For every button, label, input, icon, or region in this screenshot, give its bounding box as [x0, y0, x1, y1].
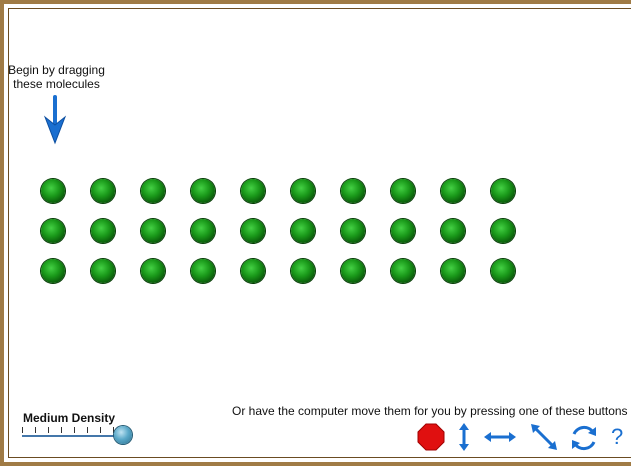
circular-arrows-icon — [572, 425, 596, 451]
molecule[interactable] — [141, 259, 165, 283]
stop-button[interactable] — [417, 423, 445, 451]
vertical-double-arrow-icon — [459, 423, 469, 451]
window-bottom-border — [0, 462, 631, 466]
help-button[interactable]: ? — [611, 423, 629, 451]
molecule[interactable] — [491, 219, 515, 243]
density-label: Medium Density — [23, 411, 116, 425]
molecule[interactable] — [241, 179, 265, 203]
stop-octagon-icon — [417, 423, 445, 451]
molecule[interactable] — [391, 219, 415, 243]
molecule[interactable] — [91, 219, 115, 243]
molecule[interactable] — [41, 259, 65, 283]
molecule[interactable] — [291, 259, 315, 283]
slider-track — [22, 435, 126, 437]
molecule[interactable] — [91, 179, 115, 203]
molecule[interactable] — [191, 259, 215, 283]
slider-knob[interactable] — [114, 426, 132, 444]
vertical-motion-button[interactable] — [451, 423, 477, 451]
molecule[interactable] — [391, 259, 415, 283]
molecule[interactable] — [141, 219, 165, 243]
molecule[interactable] — [41, 219, 65, 243]
molecule[interactable] — [341, 179, 365, 203]
horizontal-double-arrow-icon — [484, 432, 516, 442]
molecule[interactable] — [91, 259, 115, 283]
molecule[interactable] — [441, 219, 465, 243]
diagonal-double-arrow-icon — [531, 424, 557, 450]
molecule[interactable] — [141, 179, 165, 203]
molecule[interactable] — [391, 179, 415, 203]
molecule[interactable] — [191, 219, 215, 243]
molecule[interactable] — [41, 179, 65, 203]
molecule[interactable] — [241, 219, 265, 243]
molecule[interactable] — [291, 179, 315, 203]
molecule[interactable] — [341, 219, 365, 243]
drag-hint: Begin by dragging these molecules — [8, 63, 105, 91]
slider-ticks — [22, 427, 126, 435]
auto-move-hint: Or have the computer move them for you b… — [232, 404, 628, 418]
horizontal-motion-button[interactable] — [484, 423, 516, 451]
molecule[interactable] — [191, 179, 215, 203]
molecule[interactable] — [491, 179, 515, 203]
diagonal-motion-button[interactable] — [530, 423, 558, 451]
molecule[interactable] — [491, 259, 515, 283]
density-slider[interactable] — [22, 424, 134, 444]
down-arrow-icon — [43, 95, 67, 145]
molecule[interactable] — [291, 219, 315, 243]
molecule[interactable] — [241, 259, 265, 283]
molecule[interactable] — [341, 259, 365, 283]
molecule[interactable] — [441, 259, 465, 283]
rotate-motion-button[interactable] — [569, 423, 597, 451]
molecule[interactable] — [441, 179, 465, 203]
